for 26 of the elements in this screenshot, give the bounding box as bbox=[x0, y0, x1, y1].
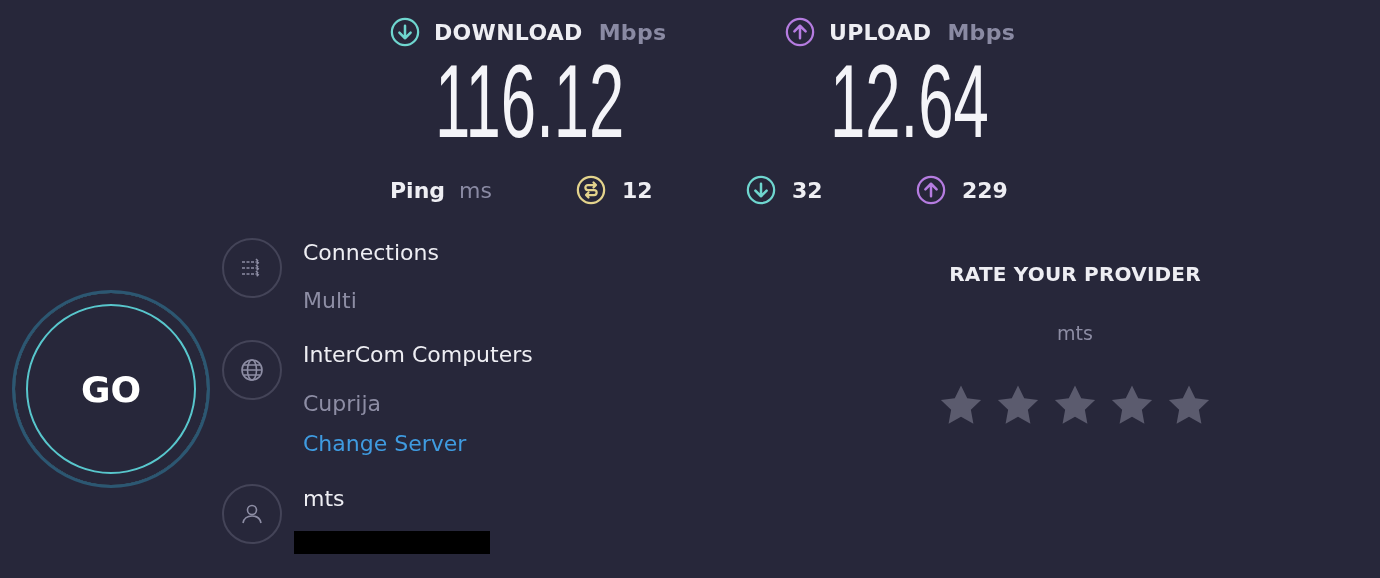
person-icon bbox=[222, 484, 282, 544]
ping-value: 229 bbox=[962, 177, 1008, 203]
ping-value: 32 bbox=[792, 177, 823, 203]
speed-value: 116.12 bbox=[435, 49, 625, 153]
arrows-icon bbox=[222, 238, 282, 298]
go-button[interactable]: GO bbox=[12, 290, 210, 488]
metric-label: UPLOAD Mbps bbox=[829, 19, 1016, 45]
provider-label: mts bbox=[1057, 321, 1093, 346]
provider-name: mts bbox=[303, 485, 346, 513]
speed-value: 12.64 bbox=[830, 49, 989, 153]
star-icon[interactable] bbox=[939, 384, 983, 426]
server-location: Cuprija bbox=[303, 390, 383, 418]
ping-value: 12 bbox=[622, 177, 653, 203]
connections-value: Multi bbox=[303, 287, 358, 315]
rating-title: RATE YOUR PROVIDER bbox=[949, 261, 1201, 288]
unit-label: ms bbox=[459, 177, 492, 203]
ping-label: Ping bbox=[390, 177, 446, 203]
star-icon[interactable] bbox=[996, 384, 1040, 426]
change-server-link[interactable]: Change Server bbox=[303, 429, 533, 459]
star-icon[interactable] bbox=[1053, 384, 1097, 426]
server-name: InterCom Computers bbox=[303, 341, 533, 369]
metric-label: DOWNLOAD Mbps bbox=[434, 19, 667, 45]
star-icon[interactable] bbox=[1110, 384, 1154, 426]
globe-icon bbox=[222, 340, 282, 400]
connections-label: Connections bbox=[303, 239, 439, 267]
star-icon[interactable] bbox=[1167, 384, 1211, 426]
